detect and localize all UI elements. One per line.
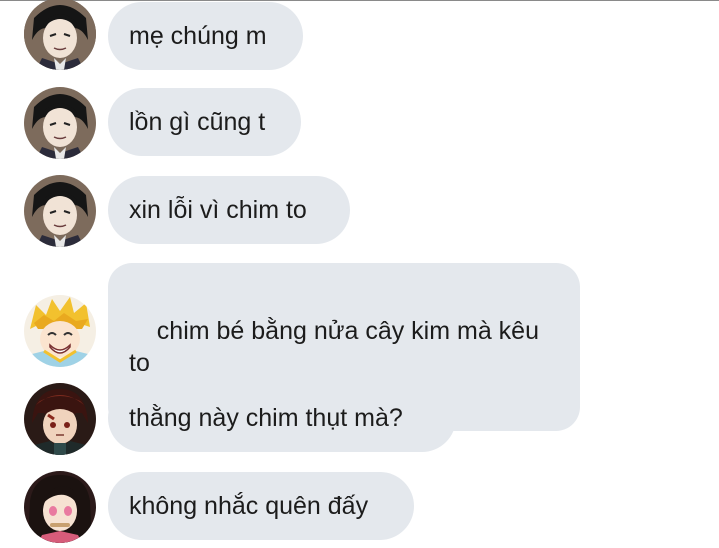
message-bubble[interactable]: mẹ chúng m (108, 2, 303, 70)
message-bubble[interactable]: thằng này chim thụt mà? (108, 384, 456, 452)
message-text: không nhắc quên đấy (129, 492, 369, 520)
message-text: lồn gì cũng t (129, 108, 266, 136)
message-text: thằng này chim thụt mà? (129, 404, 403, 432)
message-bubble[interactable]: không nhắc quên đấy (108, 472, 414, 540)
man-dark-hair-avatar[interactable] (24, 87, 96, 159)
man-dark-hair-avatar[interactable] (24, 0, 96, 70)
girl-bamboo-avatar[interactable] (24, 471, 96, 543)
message-bubble[interactable]: xin lỗi vì chim to (108, 176, 350, 244)
blonde-boy-avatar[interactable] (24, 295, 96, 367)
message-text: mẹ chúng m (129, 22, 267, 50)
top-divider (0, 0, 719, 1)
message-bubble[interactable]: lồn gì cũng t (108, 88, 301, 156)
message-text: xin lỗi vì chim to (129, 196, 307, 224)
message-text: chim bé bằng nửa cây kim mà kêu to (129, 317, 546, 377)
scarred-boy-avatar[interactable] (24, 383, 96, 455)
man-dark-hair-avatar[interactable] (24, 175, 96, 247)
